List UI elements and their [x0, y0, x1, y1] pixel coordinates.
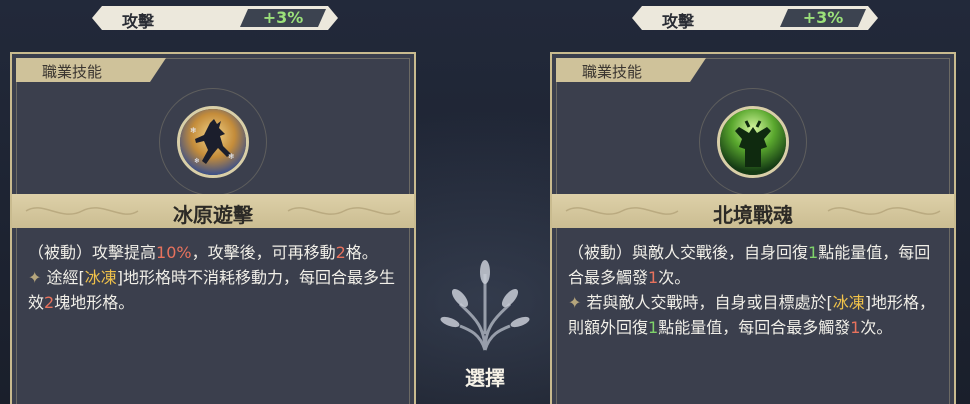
left-skill-card[interactable]: 職業技能 ❄ ❄ ❄ 冰原遊擊 （被動）攻擊提高10%，攻擊後，可再移動2格。 …	[10, 52, 416, 404]
skill-select-screen: 攻擊 +3% 攻擊 +3% 職業技能 ❄ ❄ ❄ 冰原遊擊 （被動）攻擊提高10…	[0, 0, 970, 404]
tree-emblem-icon	[430, 254, 540, 364]
tab-label: 職業技能	[42, 63, 103, 81]
left-attack-stat: 攻擊 +3%	[92, 6, 338, 30]
desc-line: （被動）攻擊提高10%，攻擊後，可再移動2格。	[28, 243, 378, 262]
skill-description: （被動）攻擊提高10%，攻擊後，可再移動2格。 ✦ 途經[冰凍]地形格時不消耗移…	[28, 240, 400, 315]
right-attack-stat: 攻擊 +3%	[632, 6, 878, 30]
svg-text:❄: ❄	[228, 152, 235, 161]
job-skill-tab: 職業技能	[556, 58, 706, 82]
stat-value: +3%	[780, 9, 866, 27]
skill-icon-frame	[699, 88, 807, 196]
skill-name-bar: 冰原遊擊	[12, 194, 414, 228]
job-skill-tab: 職業技能	[16, 58, 166, 82]
select-button[interactable]: 選擇	[440, 362, 530, 391]
skill-name-bar: 北境戰魂	[552, 194, 954, 228]
tab-label: 職業技能	[582, 63, 643, 81]
sparkle-icon: ✦	[28, 268, 47, 287]
svg-text:❄: ❄	[194, 157, 200, 165]
desc-line: ✦ 途經[冰凍]地形格時不消耗移動力，每回合最多生效2塊地形格。	[28, 268, 396, 312]
stat-value: +3%	[240, 9, 326, 27]
stat-label: 攻擊	[662, 12, 695, 31]
ice-runner-icon: ❄ ❄ ❄	[177, 106, 249, 178]
skill-description: （被動）與敵人交戰後，自身回復1點能量值，每回合最多觸發1次。 ✦ 若與敵人交戰…	[568, 240, 940, 340]
warrior-spirit-icon	[717, 106, 789, 178]
skill-name: 北境戰魂	[713, 203, 793, 227]
sparkle-icon: ✦	[568, 293, 587, 312]
desc-line: （被動）與敵人交戰後，自身回復1點能量值，每回合最多觸發1次。	[568, 243, 931, 287]
stat-label: 攻擊	[122, 12, 155, 31]
right-skill-card[interactable]: 職業技能 北境戰魂 （被動）與敵人交戰後，自身回復1點能量值，每回合最多觸發1次…	[550, 52, 956, 404]
skill-name: 冰原遊擊	[173, 203, 253, 227]
skill-icon-frame: ❄ ❄ ❄	[159, 88, 267, 196]
svg-text:❄: ❄	[190, 126, 197, 135]
desc-line: ✦ 若與敵人交戰時，自身或目標處於[冰凍]地形格，則額外回復1點能量值，每回合最…	[568, 293, 936, 337]
